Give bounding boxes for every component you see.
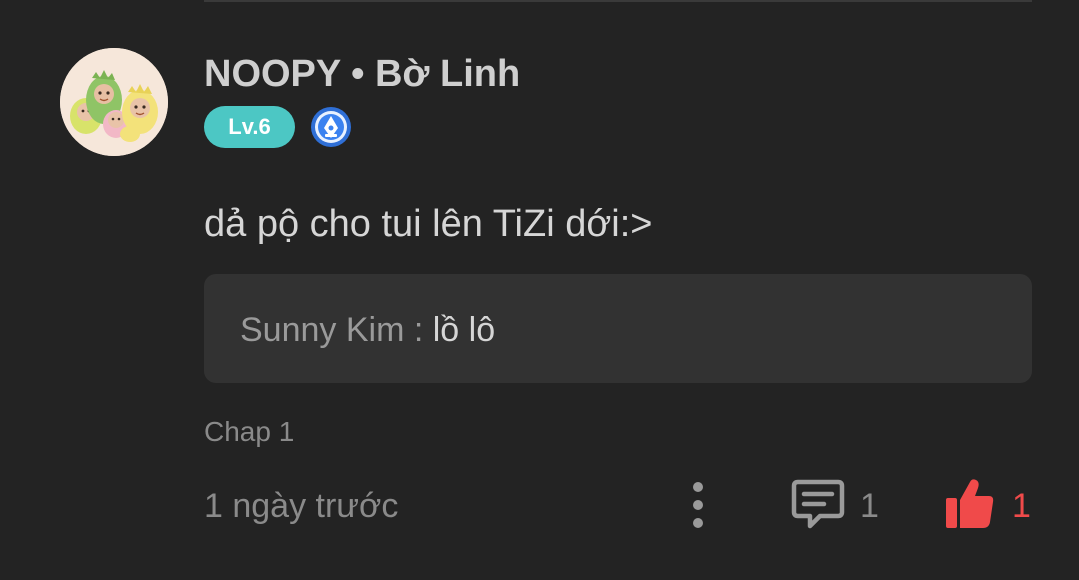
like-count: 1 bbox=[1012, 487, 1031, 525]
timestamp: 1 ngày trước bbox=[204, 487, 399, 525]
more-dot bbox=[693, 500, 703, 510]
chapter-label[interactable]: Chap 1 bbox=[204, 412, 294, 452]
more-vertical-icon bbox=[693, 482, 703, 492]
level-badge: Lv.6 bbox=[204, 106, 295, 148]
username[interactable]: NOOPY • Bờ Linh bbox=[204, 50, 520, 98]
reply-preview[interactable]: Sunny Kim : lồ lô bbox=[204, 274, 1032, 383]
thumbs-up-icon bbox=[946, 479, 994, 528]
comment-bubble-icon bbox=[791, 479, 845, 529]
avatar-image bbox=[60, 48, 168, 156]
reply-preview-line: Sunny Kim : lồ lô bbox=[240, 308, 495, 352]
reply-count: 1 bbox=[860, 487, 879, 525]
reply-separator: : bbox=[404, 311, 433, 349]
more-dot bbox=[693, 518, 703, 528]
reply-button[interactable]: 1 bbox=[790, 474, 890, 534]
more-options-button[interactable] bbox=[680, 480, 716, 530]
comment-text: dả pộ cho tui lên TiZi dới:> bbox=[204, 203, 653, 245]
divider bbox=[204, 0, 1032, 2]
reply-author: Sunny Kim bbox=[240, 311, 405, 349]
comment-item: NOOPY • Bờ Linh Lv.6 dả pộ cho tui lên T… bbox=[0, 0, 1079, 580]
like-button[interactable]: 1 bbox=[944, 474, 1044, 534]
avatar[interactable] bbox=[60, 48, 168, 156]
reply-text: lồ lô bbox=[432, 311, 496, 349]
pen-nib-badge-icon bbox=[310, 106, 352, 148]
